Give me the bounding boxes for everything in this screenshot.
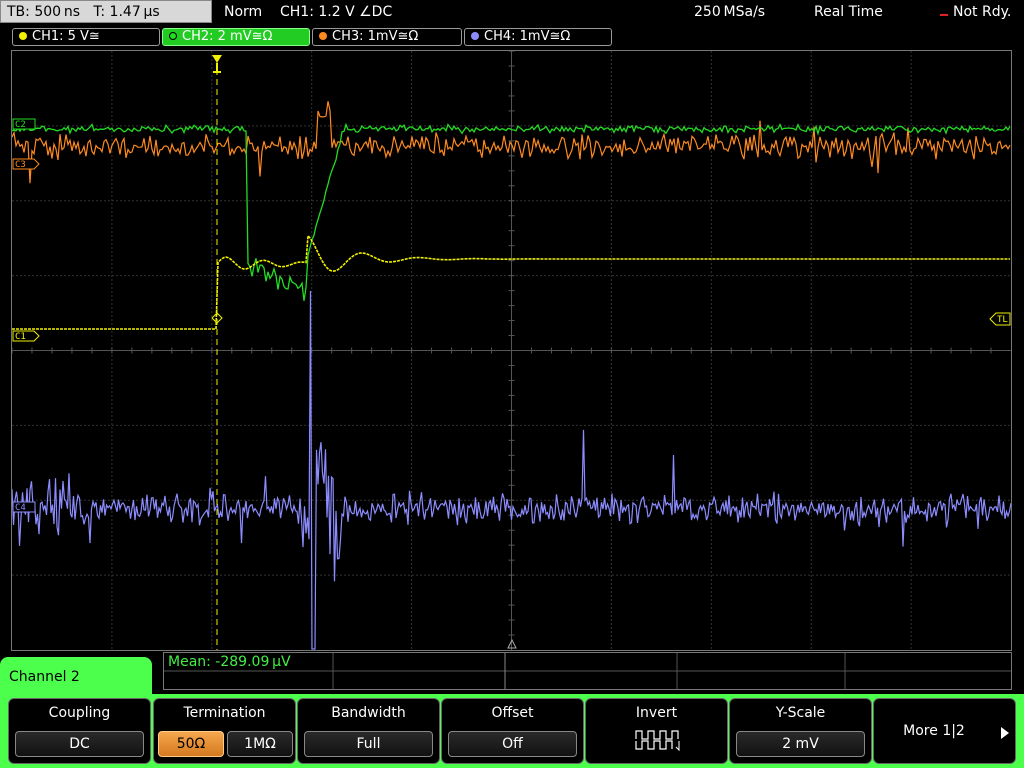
invert-softkey[interactable]: Invert — [585, 698, 728, 764]
ch2-label: CH2: 2 mV≅Ω — [182, 29, 273, 44]
invert-label: Invert — [635, 705, 678, 721]
yscale-softkey[interactable]: Y-Scale 2 mV — [729, 698, 872, 764]
offset-value[interactable]: Off — [448, 731, 577, 757]
waveform-canvas: C2 C3 C1 C4 TL — [12, 51, 1011, 650]
trigger-level-marker[interactable]: TL — [989, 312, 1011, 326]
ch3-label: CH3: 1mV≅Ω — [332, 29, 419, 44]
ch1-marker-label: C1 — [15, 332, 26, 342]
bandwidth-softkey[interactable]: Bandwidth Full — [297, 698, 440, 764]
trigger-position-icon[interactable] — [212, 55, 222, 73]
invert-waveform-icon — [635, 730, 680, 752]
channel-tab-ch3[interactable]: CH3: 1mV≅Ω — [312, 28, 462, 46]
ch2-marker-label: C2 — [15, 120, 26, 130]
ch1-color-icon — [19, 32, 27, 40]
acquisition-state: Not Rdy. — [953, 4, 1012, 20]
ch1-label: CH1: 5 V≅ — [32, 29, 100, 44]
measurement-grid — [164, 653, 1011, 689]
more-softkey[interactable]: More 1|2 — [873, 698, 1016, 764]
bandwidth-label: Bandwidth — [331, 705, 406, 721]
trigger-time-value: T: 1.47 µs — [93, 4, 160, 20]
coupling-label: Coupling — [48, 705, 111, 721]
timebase-box[interactable]: TB: 500 ns T: 1.47 µs — [0, 0, 212, 23]
termination-softkey[interactable]: Termination 50Ω 1MΩ — [153, 698, 296, 764]
ch3-marker-label: C3 — [15, 160, 26, 170]
menu-title: Channel 2 — [0, 657, 152, 697]
trigger-level-label: TL — [997, 315, 1008, 325]
coupling-value[interactable]: DC — [15, 731, 144, 757]
timebase-value: TB: 500 ns — [7, 4, 81, 20]
channel-tab-ch1[interactable]: CH1: 5 V≅ — [12, 28, 160, 46]
chevron-right-icon — [1001, 727, 1009, 739]
status-indicator-icon — [940, 14, 948, 16]
channel-tab-ch2[interactable]: CH2: 2 mV≅Ω — [162, 28, 310, 46]
bandwidth-value[interactable]: Full — [304, 731, 433, 757]
waveform-display[interactable]: C2 C3 C1 C4 TL — [11, 50, 1012, 651]
trigger-mode[interactable]: Norm — [224, 0, 262, 24]
graticule — [12, 51, 1011, 650]
ch4-marker-label: C4 — [15, 503, 26, 513]
termination-50ohm-option[interactable]: 50Ω — [158, 731, 224, 757]
termination-1mohm-option[interactable]: 1MΩ — [227, 731, 293, 757]
yscale-value[interactable]: 2 mV — [736, 731, 865, 757]
acquisition-mode[interactable]: Real Time — [814, 0, 883, 24]
ch4-label: CH4: 1mV≅Ω — [484, 29, 571, 44]
channel-tab-ch4[interactable]: CH4: 1mV≅Ω — [464, 28, 612, 46]
ch1-offset-marker[interactable]: C1 — [12, 330, 40, 342]
ch2-color-icon — [169, 32, 177, 40]
trigger-info[interactable]: CH1: 1.2 V ∠DC — [280, 0, 392, 24]
yscale-label: Y-Scale — [775, 705, 826, 721]
ch4-offset-marker[interactable]: C4 — [12, 501, 36, 513]
more-label: More 1|2 — [903, 723, 965, 739]
mean-measurement: Mean: -289.09 µV — [168, 654, 291, 670]
sample-rate: 250 MSa/s — [694, 4, 766, 20]
ch4-color-icon — [471, 32, 479, 40]
offset-label: Offset — [491, 705, 534, 721]
termination-label: Termination — [183, 705, 266, 721]
ch3-offset-marker[interactable]: C3 — [12, 158, 40, 170]
ch2-offset-marker[interactable]: C2 — [12, 118, 36, 130]
coupling-softkey[interactable]: Coupling DC — [8, 698, 151, 764]
offset-softkey[interactable]: Offset Off — [441, 698, 584, 764]
ch3-color-icon — [319, 32, 327, 40]
